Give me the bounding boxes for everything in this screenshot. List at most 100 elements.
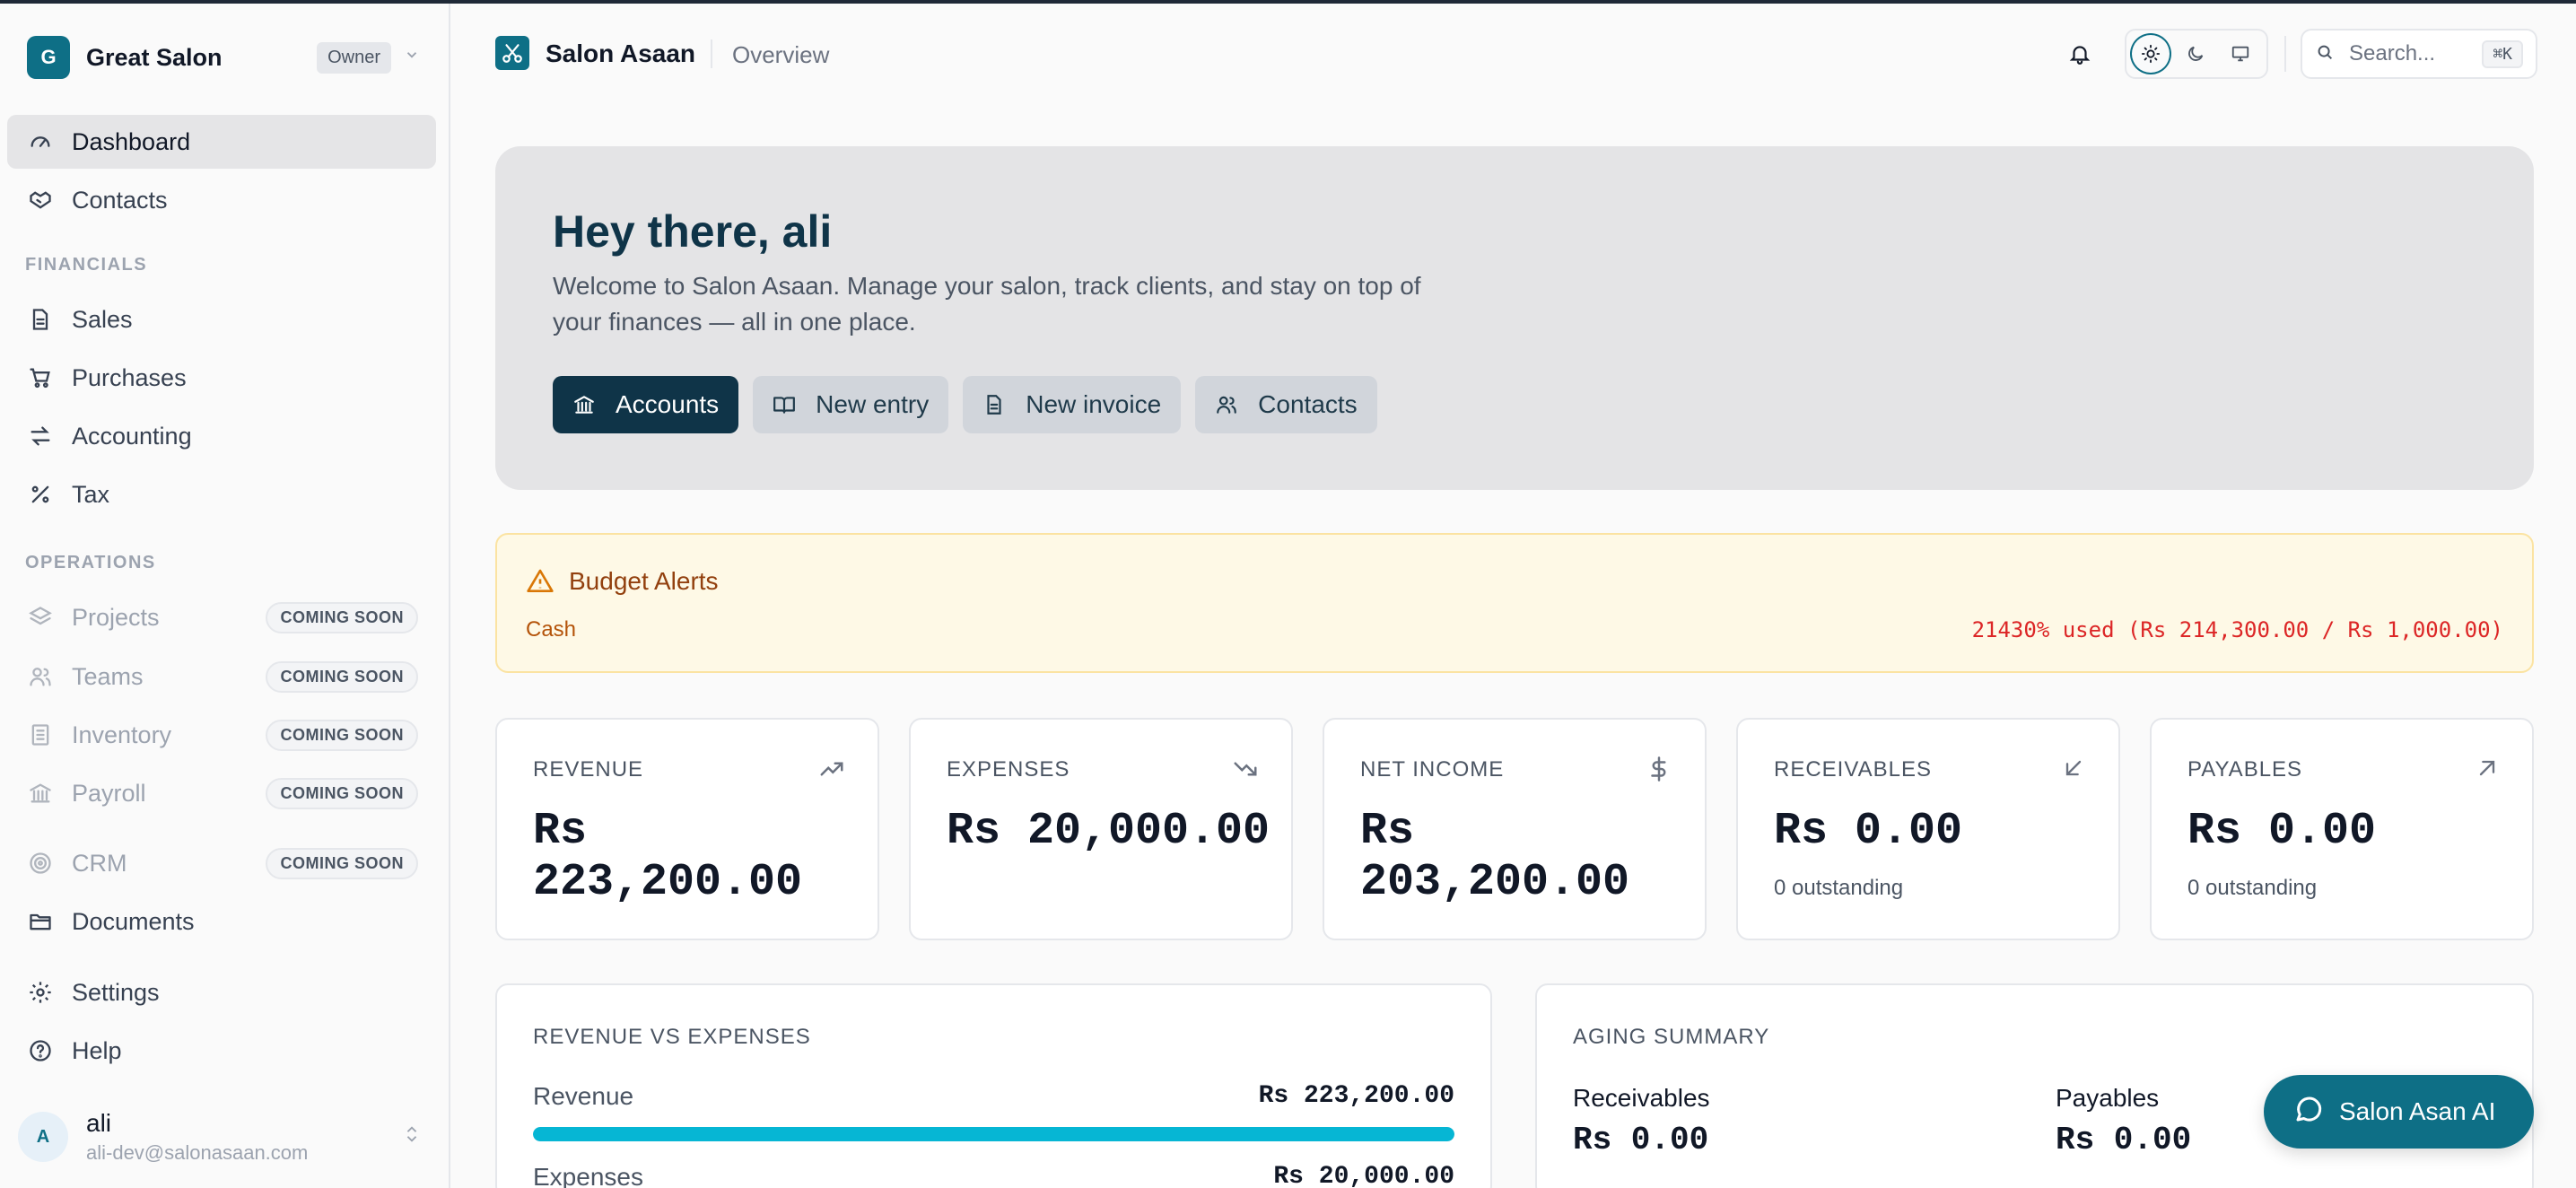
hero-subtitle: Welcome to Salon Asaan. Manage your salo… — [553, 272, 1421, 336]
handshake-icon — [27, 187, 54, 214]
aging-receivables-label: Receivables — [1573, 1084, 1710, 1112]
bank-icon — [27, 780, 54, 807]
role-badge: Owner — [317, 41, 391, 74]
sidebar-item-purchases[interactable]: Purchases — [7, 351, 436, 405]
divider — [711, 39, 712, 68]
accounts-button-label: Accounts — [616, 390, 720, 418]
arrow-down-left-icon — [2061, 756, 2086, 785]
sidebar-item-inventory: Inventory COMING SOON — [7, 708, 436, 762]
sun-icon[interactable] — [2130, 33, 2171, 74]
kpi-value: Rs 0.00 — [1774, 806, 1963, 857]
sidebar-item-payroll: Payroll COMING SOON — [7, 766, 436, 820]
user-menu[interactable]: A ali ali-dev@salonasaan.com — [18, 1107, 422, 1166]
chevron-updown-icon — [402, 1124, 422, 1149]
sidebar-item-contacts[interactable]: Contacts — [7, 173, 436, 227]
target-icon — [27, 850, 54, 877]
sidebar-item-documents[interactable]: Documents — [7, 895, 436, 948]
accounts-button[interactable]: Accounts — [553, 376, 739, 433]
avatar: A — [18, 1112, 68, 1162]
sidebar-item-dashboard[interactable]: Dashboard — [7, 115, 436, 169]
sidebar-item-crm: CRM COMING SOON — [7, 836, 436, 890]
sidebar-item-label: CRM — [72, 849, 127, 877]
search-placeholder: Search... — [2349, 41, 2436, 66]
expenses-label: Expenses — [533, 1163, 643, 1188]
new-entry-button[interactable]: New entry — [753, 376, 949, 433]
new-entry-button-label: New entry — [816, 390, 930, 418]
sidebar-item-label: Teams — [72, 662, 144, 690]
help-icon — [27, 1037, 54, 1064]
users-icon — [27, 663, 54, 690]
sidebar-item-label: Contacts — [72, 186, 168, 214]
kpi-card-receivables: RECEIVABLES Rs 0.00 0 outstanding — [1736, 718, 2120, 940]
kpi-card-revenue: REVENUE Rs 223,200.00 — [495, 718, 879, 940]
sidebar-item-tax[interactable]: Tax — [7, 467, 436, 521]
new-invoice-button[interactable]: New invoice — [963, 376, 1182, 433]
sidebar-item-label: Accounting — [72, 422, 192, 450]
coming-soon-badge: COMING SOON — [266, 847, 418, 879]
sidebar-item-projects: Projects COMING SOON — [7, 590, 436, 644]
moon-icon[interactable] — [2175, 33, 2216, 74]
arrows-swap-icon — [27, 423, 54, 450]
aging-receivables-value: Rs 0.00 — [1573, 1122, 1709, 1158]
alert-title: Budget Alerts — [569, 567, 719, 595]
kpi-card-expenses: EXPENSES Rs 20,000.00 — [909, 718, 1293, 940]
sidebar-item-label: Documents — [72, 907, 195, 935]
contacts-button[interactable]: Contacts — [1195, 376, 1377, 433]
revenue-bar-track — [533, 1127, 1454, 1141]
section-operations: OPERATIONS — [25, 553, 156, 572]
org-name: Great Salon — [86, 43, 223, 71]
sidebar-item-help[interactable]: Help — [7, 1024, 436, 1078]
breadcrumb: Overview — [732, 41, 830, 68]
org-switcher[interactable]: G Great Salon Owner — [27, 34, 422, 81]
kpi-label: RECEIVABLES — [1774, 757, 1932, 782]
divider — [2284, 36, 2286, 72]
budget-alert: Budget Alerts Cash 21430% used (Rs 214,3… — [495, 533, 2534, 673]
book-icon — [773, 393, 796, 416]
sidebar-item-settings[interactable]: Settings — [7, 965, 436, 1019]
gauge-icon — [27, 128, 54, 155]
expenses-value: Rs 20,000.00 — [1273, 1163, 1454, 1188]
coming-soon-badge: COMING SOON — [266, 719, 418, 751]
sidebar-item-label: Settings — [72, 978, 160, 1006]
gear-icon — [27, 979, 54, 1006]
user-name: ali — [86, 1109, 112, 1137]
expenses-row: Expenses Rs 20,000.00 — [533, 1163, 1454, 1188]
sidebar-item-teams: Teams COMING SOON — [7, 650, 436, 703]
brand-name[interactable]: Salon Asaan — [546, 39, 695, 68]
search-input[interactable]: Search... ⌘K — [2301, 29, 2537, 79]
kpi-subtext: 0 outstanding — [2187, 876, 2318, 900]
ai-assistant-button[interactable]: Salon Asan AI — [2264, 1075, 2534, 1149]
kpi-value: Rs 223,200.00 — [533, 806, 803, 908]
kpi-label: EXPENSES — [947, 757, 1070, 782]
kpi-label: PAYABLES — [2187, 757, 2303, 782]
kpi-value: Rs 0.00 — [2187, 806, 2377, 857]
coming-soon-badge: COMING SOON — [266, 601, 418, 633]
alert-account: Cash — [526, 617, 577, 642]
card-title: AGING SUMMARY — [1573, 1025, 1770, 1049]
org-avatar: G — [27, 36, 70, 79]
sidebar-item-accounting[interactable]: Accounting — [7, 409, 436, 463]
kpi-subtext: 0 outstanding — [1774, 876, 1904, 900]
revenue-row: Revenue Rs 223,200.00 — [533, 1082, 1454, 1111]
card-title: REVENUE VS EXPENSES — [533, 1025, 811, 1049]
top-header: Salon Asaan Overview Search... ⌘K — [452, 4, 2576, 102]
alert-usage: 21430% used (Rs 214,300.00 / Rs 1,000.00… — [1971, 617, 2503, 642]
sidebar-item-sales[interactable]: Sales — [7, 293, 436, 346]
contacts-button-label: Contacts — [1258, 390, 1358, 418]
sidebar-item-label: Inventory — [72, 721, 172, 748]
kpi-card-payables: PAYABLES Rs 0.00 0 outstanding — [2150, 718, 2534, 940]
revenue-value: Rs 223,200.00 — [1258, 1082, 1454, 1110]
bell-icon[interactable] — [2064, 38, 2096, 70]
users-icon — [1215, 393, 1238, 416]
revenue-vs-expenses-card: REVENUE VS EXPENSES Revenue Rs 223,200.0… — [495, 983, 1492, 1188]
file-icon — [982, 393, 1006, 416]
search-icon — [2315, 42, 2335, 66]
welcome-hero: Hey there, ali Welcome to Salon Asaan. M… — [495, 146, 2534, 490]
coming-soon-badge: COMING SOON — [266, 777, 418, 809]
aging-payables-value: Rs 0.00 — [2056, 1122, 2192, 1158]
monitor-icon[interactable] — [2220, 33, 2261, 74]
sidebar-item-label: Sales — [72, 305, 133, 333]
kpi-card-net-income: NET INCOME Rs 203,200.00 — [1323, 718, 1707, 940]
percent-icon — [27, 481, 54, 508]
kpi-label: REVENUE — [533, 757, 644, 782]
